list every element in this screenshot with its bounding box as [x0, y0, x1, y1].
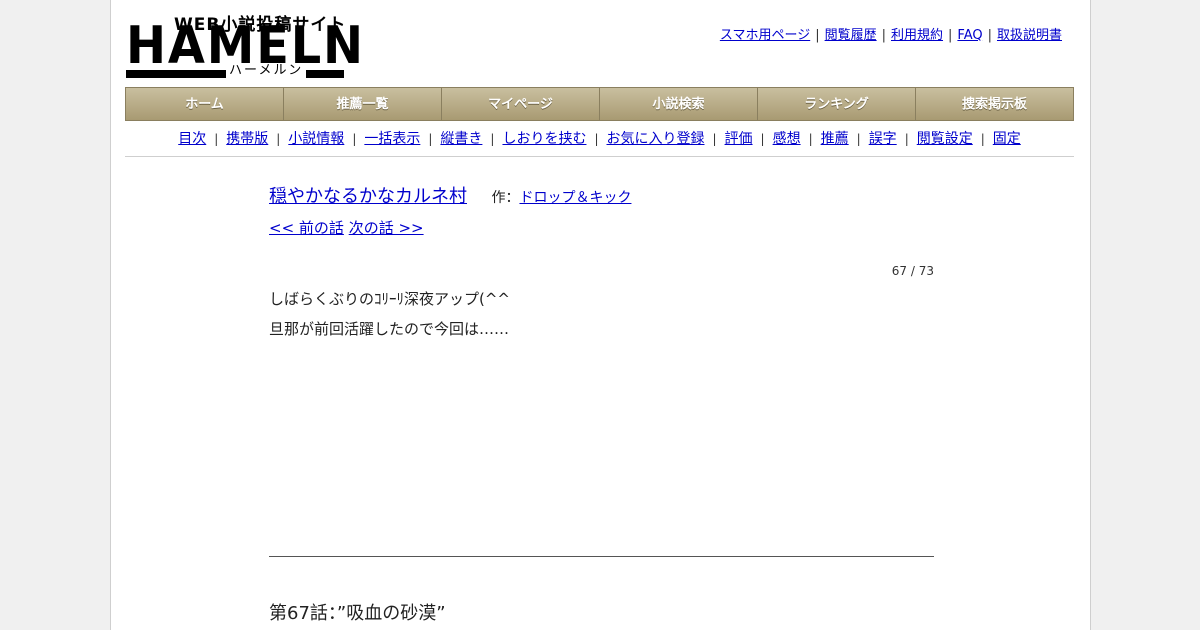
subnav-rating[interactable]: 評価 — [725, 131, 753, 147]
section-divider — [269, 556, 934, 557]
author-link[interactable]: ドロップ＆キック — [519, 190, 631, 206]
title-row: 穏やかなるかなカルネ村 作：ドロップ＆キック — [269, 184, 934, 211]
nav-search-board[interactable]: 捜索掲示板 — [916, 88, 1073, 120]
nav-ranking[interactable]: ランキング — [758, 88, 916, 120]
foreword-line: 旦那が前回活躍したので今回は…… — [269, 320, 510, 338]
subnav-mobile[interactable]: 携帯版 — [226, 131, 268, 147]
separator: | — [808, 132, 813, 146]
page-container: WEB小説投稿サイト HAMELN ハーメルン スマホ用ページ | 閲覧履歴 | 利用規… — [110, 0, 1091, 630]
separator: | — [352, 132, 357, 146]
subnav-favorite[interactable]: お気に入り登録 — [607, 131, 705, 147]
separator: | — [760, 132, 765, 146]
top-link-faq[interactable]: FAQ — [957, 28, 982, 43]
separator: | — [815, 28, 820, 43]
separator: | — [490, 132, 495, 146]
subnav-bookmark[interactable]: しおりを挟む — [502, 131, 586, 147]
sub-navigation: 目次 | 携帯版 | 小説情報 | 一括表示 | 縦書き | しおりを挟む | お気に入り登録 | 評価 | 感… — [125, 128, 1074, 157]
chapter-title: 第67話：”吸血の砂漠” — [269, 603, 446, 624]
nav-recommendations[interactable]: 推薦一覧 — [284, 88, 442, 120]
subnav-vertical[interactable]: 縦書き — [440, 131, 482, 147]
site-logo[interactable]: WEB小説投稿サイト HAMELN ハーメルン — [126, 10, 363, 80]
nav-mypage[interactable]: マイページ — [442, 88, 600, 120]
subnav-typo[interactable]: 誤字 — [869, 131, 897, 147]
subnav-pin[interactable]: 固定 — [993, 131, 1021, 147]
novel-title-link[interactable]: 穏やかなるかなカルネ村 — [269, 186, 467, 207]
page-counter: 67 / 73 — [891, 264, 934, 278]
logo-kana: ハーメルン — [226, 63, 307, 79]
foreword: しばらくぶりのｺﾘｰﾘ深夜アップ(^^ 旦那が前回活躍したので今回は…… — [269, 284, 934, 344]
separator: | — [987, 28, 992, 43]
subnav-recommend[interactable]: 推薦 — [821, 131, 849, 147]
prev-chapter-link[interactable]: << 前の話 — [269, 219, 344, 237]
top-link-smartphone[interactable]: スマホ用ページ — [720, 28, 810, 43]
separator: | — [980, 132, 985, 146]
subnav-novel-info[interactable]: 小説情報 — [288, 131, 344, 147]
next-chapter-link[interactable]: 次の話 >> — [349, 219, 424, 237]
separator: | — [276, 132, 281, 146]
top-link-history[interactable]: 閲覧履歴 — [825, 28, 877, 43]
top-links: スマホ用ページ | 閲覧履歴 | 利用規約 | FAQ | 取扱説明書 — [720, 24, 1062, 43]
separator: | — [881, 28, 886, 43]
subnav-comments[interactable]: 感想 — [773, 131, 801, 147]
author-prefix: 作： — [491, 190, 520, 206]
separator: | — [856, 132, 861, 146]
separator: | — [904, 132, 909, 146]
separator: | — [214, 132, 219, 146]
novel-content: 穏やかなるかなカルネ村 作：ドロップ＆キック << 前の話 次の話 >> 67 … — [269, 184, 934, 625]
top-link-terms[interactable]: 利用規約 — [891, 28, 943, 43]
subnav-toc[interactable]: 目次 — [178, 131, 206, 147]
foreword-line: しばらくぶりのｺﾘｰﾘ深夜アップ(^^ — [269, 290, 510, 308]
subnav-show-all[interactable]: 一括表示 — [364, 131, 420, 147]
nav-home[interactable]: ホーム — [126, 88, 284, 120]
top-link-manual[interactable]: 取扱説明書 — [997, 28, 1062, 43]
separator: | — [948, 28, 953, 43]
separator: | — [594, 132, 599, 146]
separator: | — [712, 132, 717, 146]
separator: | — [428, 132, 433, 146]
chapter-navigation: << 前の話 次の話 >> — [269, 217, 934, 238]
nav-novel-search[interactable]: 小説検索 — [600, 88, 758, 120]
subnav-view-settings[interactable]: 閲覧設定 — [917, 131, 973, 147]
main-navigation: ホーム 推薦一覧 マイページ 小説検索 ランキング 捜索掲示板 — [125, 87, 1074, 121]
